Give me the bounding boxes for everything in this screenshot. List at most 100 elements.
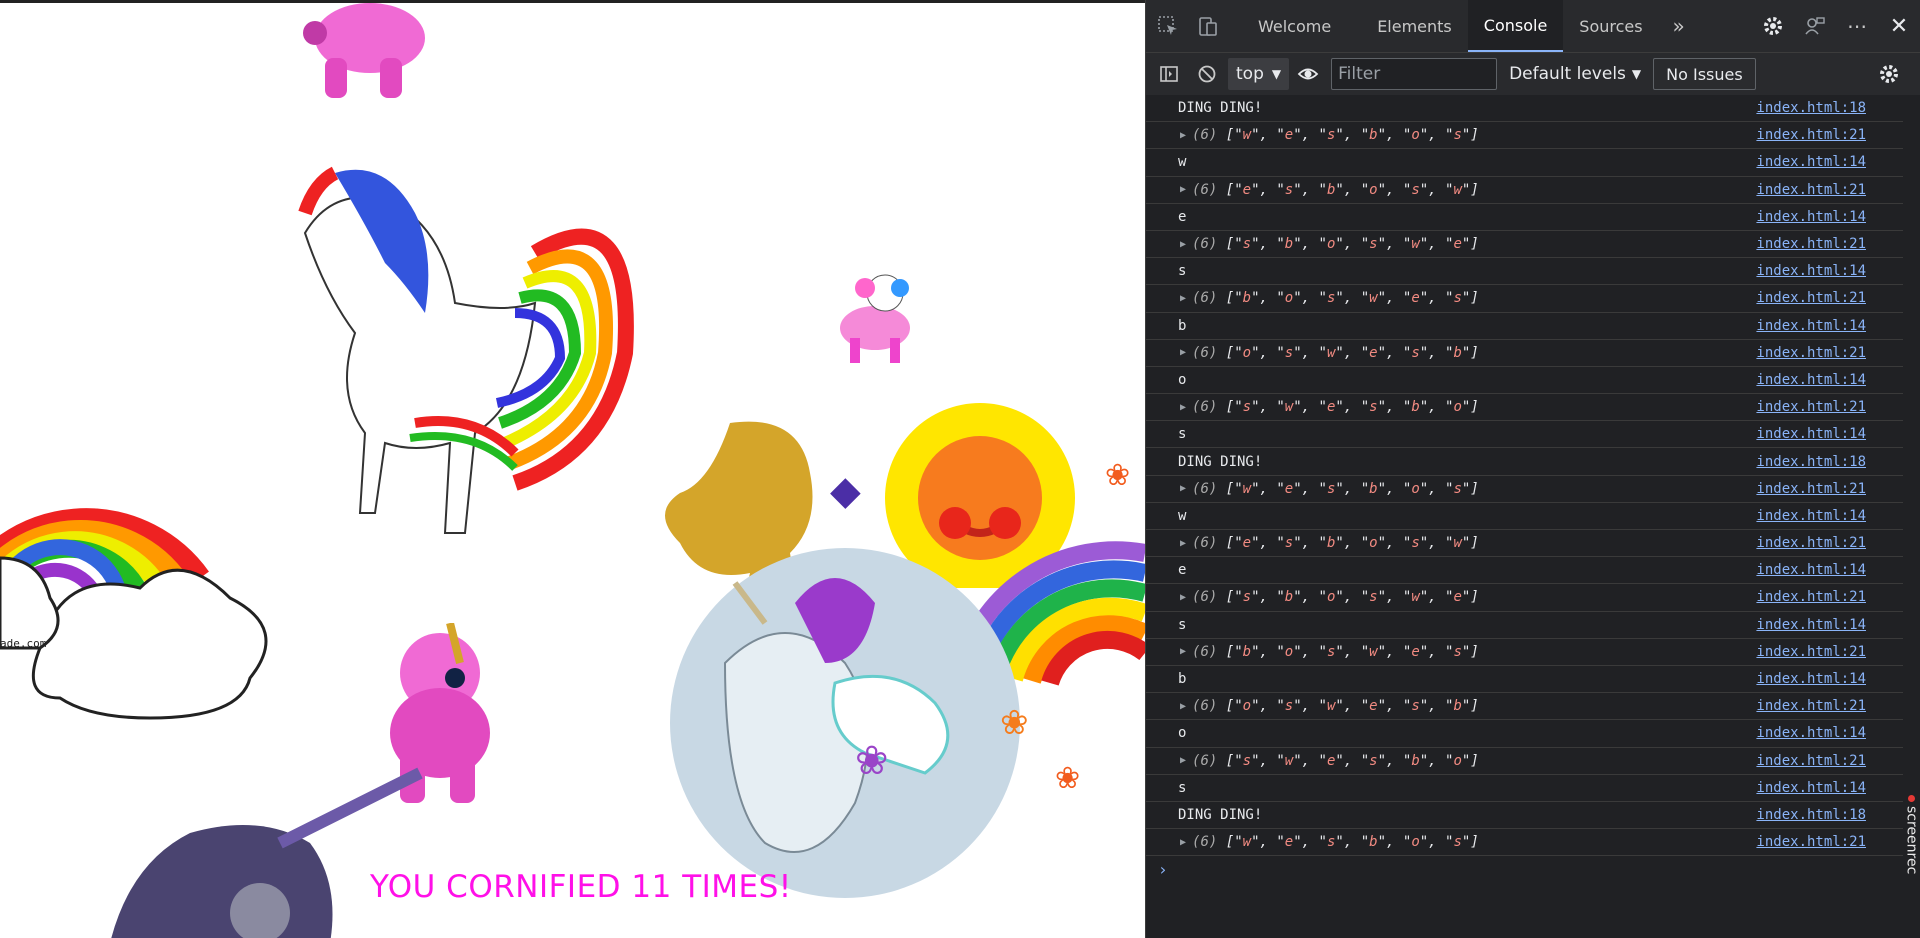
array-string-value: s	[1453, 643, 1462, 660]
expand-triangle-icon[interactable]: ▶	[1180, 293, 1186, 304]
source-link[interactable]: index.html:21	[1756, 535, 1866, 551]
source-link[interactable]: index.html:21	[1756, 834, 1866, 850]
expand-triangle-icon[interactable]: ▶	[1180, 184, 1186, 195]
source-link[interactable]: index.html:14	[1756, 671, 1866, 687]
butterfly-image-1: ❀	[1105, 458, 1131, 493]
inspect-element-icon[interactable]	[1148, 0, 1188, 52]
console-array-message[interactable]: ▶ (6) ["s", "w", "e", "s", "b", "o"] index…	[1146, 748, 1904, 775]
more-options-icon[interactable]: ⋯	[1836, 0, 1878, 52]
array-string-value: e	[1284, 127, 1294, 144]
log-text: w	[1178, 507, 1187, 524]
console-array-message[interactable]: ▶ (6) ["b", "o", "s", "w", "e", "s"] index…	[1146, 639, 1904, 666]
source-link[interactable]: index.html:14	[1756, 372, 1866, 388]
array-string-value: w	[1453, 181, 1462, 198]
array-string-value: s	[1369, 752, 1378, 769]
source-link[interactable]: index.html:14	[1756, 154, 1866, 170]
array-string-value: s	[1326, 834, 1336, 851]
source-link[interactable]: index.html:21	[1756, 753, 1866, 769]
expand-triangle-icon[interactable]: ▶	[1180, 538, 1186, 549]
source-link[interactable]: index.html:21	[1756, 644, 1866, 660]
source-link[interactable]: index.html:14	[1756, 780, 1866, 796]
log-text: b	[1178, 317, 1187, 334]
source-link[interactable]: index.html:21	[1756, 481, 1866, 497]
source-link[interactable]: index.html:18	[1756, 454, 1866, 470]
expand-triangle-icon[interactable]: ▶	[1180, 483, 1186, 494]
tab-sources[interactable]: Sources	[1563, 0, 1658, 52]
source-link[interactable]: index.html:14	[1756, 209, 1866, 225]
source-link[interactable]: index.html:18	[1756, 807, 1866, 823]
source-link[interactable]: index.html:14	[1756, 508, 1866, 524]
sidebar-toggle-icon[interactable]	[1150, 53, 1188, 95]
console-array-message[interactable]: ▶ (6) ["o", "s", "w", "e", "s", "b"] index…	[1146, 340, 1904, 367]
console-array-message[interactable]: ▶ (6) ["w", "e", "s", "b", "o", "s"] index…	[1146, 122, 1904, 150]
tab-welcome[interactable]: Welcome	[1242, 0, 1347, 52]
expand-triangle-icon[interactable]: ▶	[1180, 701, 1186, 712]
console-array-message[interactable]: ▶ (6) ["b", "o", "s", "w", "e", "s"] index…	[1146, 285, 1904, 313]
expand-triangle-icon[interactable]: ▶	[1180, 239, 1186, 250]
rainbow-cloud-image	[0, 508, 268, 720]
console-toolbar: top ▼ Default levels ▼ No Issues	[1146, 53, 1920, 96]
device-toolbar-icon[interactable]	[1188, 0, 1228, 52]
source-link[interactable]: index.html:21	[1756, 698, 1866, 714]
array-string-value: b	[1453, 344, 1462, 361]
expand-triangle-icon[interactable]: ▶	[1180, 592, 1186, 603]
array-string-value: b	[1284, 236, 1294, 253]
console-array-message[interactable]: ▶ (6) ["w", "e", "s", "b", "o", "s"] index…	[1146, 829, 1904, 857]
console-array-message[interactable]: ▶ (6) ["s", "b", "o", "s", "w", "e"] index…	[1146, 584, 1904, 612]
expand-triangle-icon[interactable]: ▶	[1180, 646, 1186, 657]
log-text: w	[1178, 154, 1187, 171]
clear-console-icon[interactable]	[1188, 53, 1226, 95]
console-array-message[interactable]: ▶ (6) ["e", "s", "b", "o", "s", "w"] index…	[1146, 530, 1904, 558]
source-link[interactable]: index.html:21	[1756, 182, 1866, 198]
array-string-value: o	[1411, 127, 1420, 144]
array-string-value: b	[1326, 181, 1336, 198]
tab-console[interactable]: Console	[1467, 0, 1564, 52]
expand-triangle-icon[interactable]: ▶	[1180, 837, 1186, 848]
source-link[interactable]: index.html:14	[1756, 263, 1866, 279]
expand-triangle-icon[interactable]: ▶	[1180, 755, 1186, 766]
array-string-value: s	[1411, 698, 1420, 715]
array-string-value: b	[1369, 127, 1378, 144]
console-array-message[interactable]: ▶ (6) ["e", "s", "b", "o", "s", "w"] index…	[1146, 177, 1904, 204]
expand-triangle-icon[interactable]: ▶	[1180, 130, 1186, 141]
expand-triangle-icon[interactable]: ▶	[1180, 347, 1186, 358]
source-link[interactable]: index.html:21	[1756, 589, 1866, 605]
array-string-value: e	[1326, 752, 1336, 769]
source-link[interactable]: index.html:21	[1756, 399, 1866, 415]
console-prompt-input[interactable]: ›	[1146, 856, 1904, 882]
source-link[interactable]: index.html:21	[1756, 290, 1866, 306]
source-link[interactable]: index.html:14	[1756, 562, 1866, 578]
source-link[interactable]: index.html:14	[1756, 426, 1866, 442]
source-link[interactable]: index.html:21	[1756, 127, 1866, 143]
expand-triangle-icon[interactable]: ▶	[1180, 402, 1186, 413]
array-string-value: s	[1369, 236, 1378, 253]
console-array-message[interactable]: ▶ (6) ["w", "e", "s", "b", "o", "s"] index…	[1146, 476, 1904, 503]
chevron-double-right-icon[interactable]: »	[1659, 0, 1699, 52]
source-link[interactable]: index.html:18	[1756, 100, 1866, 116]
gear-icon[interactable]	[1752, 0, 1794, 52]
close-icon[interactable]: ✕	[1878, 0, 1920, 52]
array-preview: (6) ["e", "s", "b", "o", "s", "w"]	[1192, 181, 1479, 198]
array-string-value: s	[1411, 181, 1420, 198]
filter-input[interactable]	[1331, 58, 1498, 90]
source-link[interactable]: index.html:21	[1756, 345, 1866, 361]
console-array-message[interactable]: ▶ (6) ["o", "s", "w", "e", "s", "b"] index…	[1146, 693, 1904, 721]
profile-connection-icon[interactable]	[1794, 0, 1836, 52]
console-settings-gear-icon[interactable]	[1870, 53, 1908, 95]
issues-button[interactable]: No Issues	[1653, 58, 1756, 90]
eye-icon[interactable]	[1289, 53, 1327, 95]
log-text: s	[1178, 263, 1187, 280]
log-levels-dropdown[interactable]: Default levels ▼	[1509, 64, 1641, 84]
console-array-message[interactable]: ▶ (6) ["s", "b", "o", "s", "w", "e"] index…	[1146, 231, 1904, 259]
source-link[interactable]: index.html:14	[1756, 725, 1866, 741]
log-text: e	[1178, 562, 1187, 579]
context-selector[interactable]: top ▼	[1228, 58, 1290, 90]
log-text: s	[1178, 426, 1187, 443]
tab-elements[interactable]: Elements	[1361, 0, 1468, 52]
source-link[interactable]: index.html:14	[1756, 318, 1866, 334]
source-link[interactable]: index.html:21	[1756, 236, 1866, 252]
source-link[interactable]: index.html:14	[1756, 617, 1866, 633]
array-string-value: b	[1284, 589, 1294, 606]
console-array-message[interactable]: ▶ (6) ["s", "w", "e", "s", "b", "o"] index…	[1146, 394, 1904, 422]
screenrec-watermark-text: screenrec	[1903, 806, 1920, 875]
